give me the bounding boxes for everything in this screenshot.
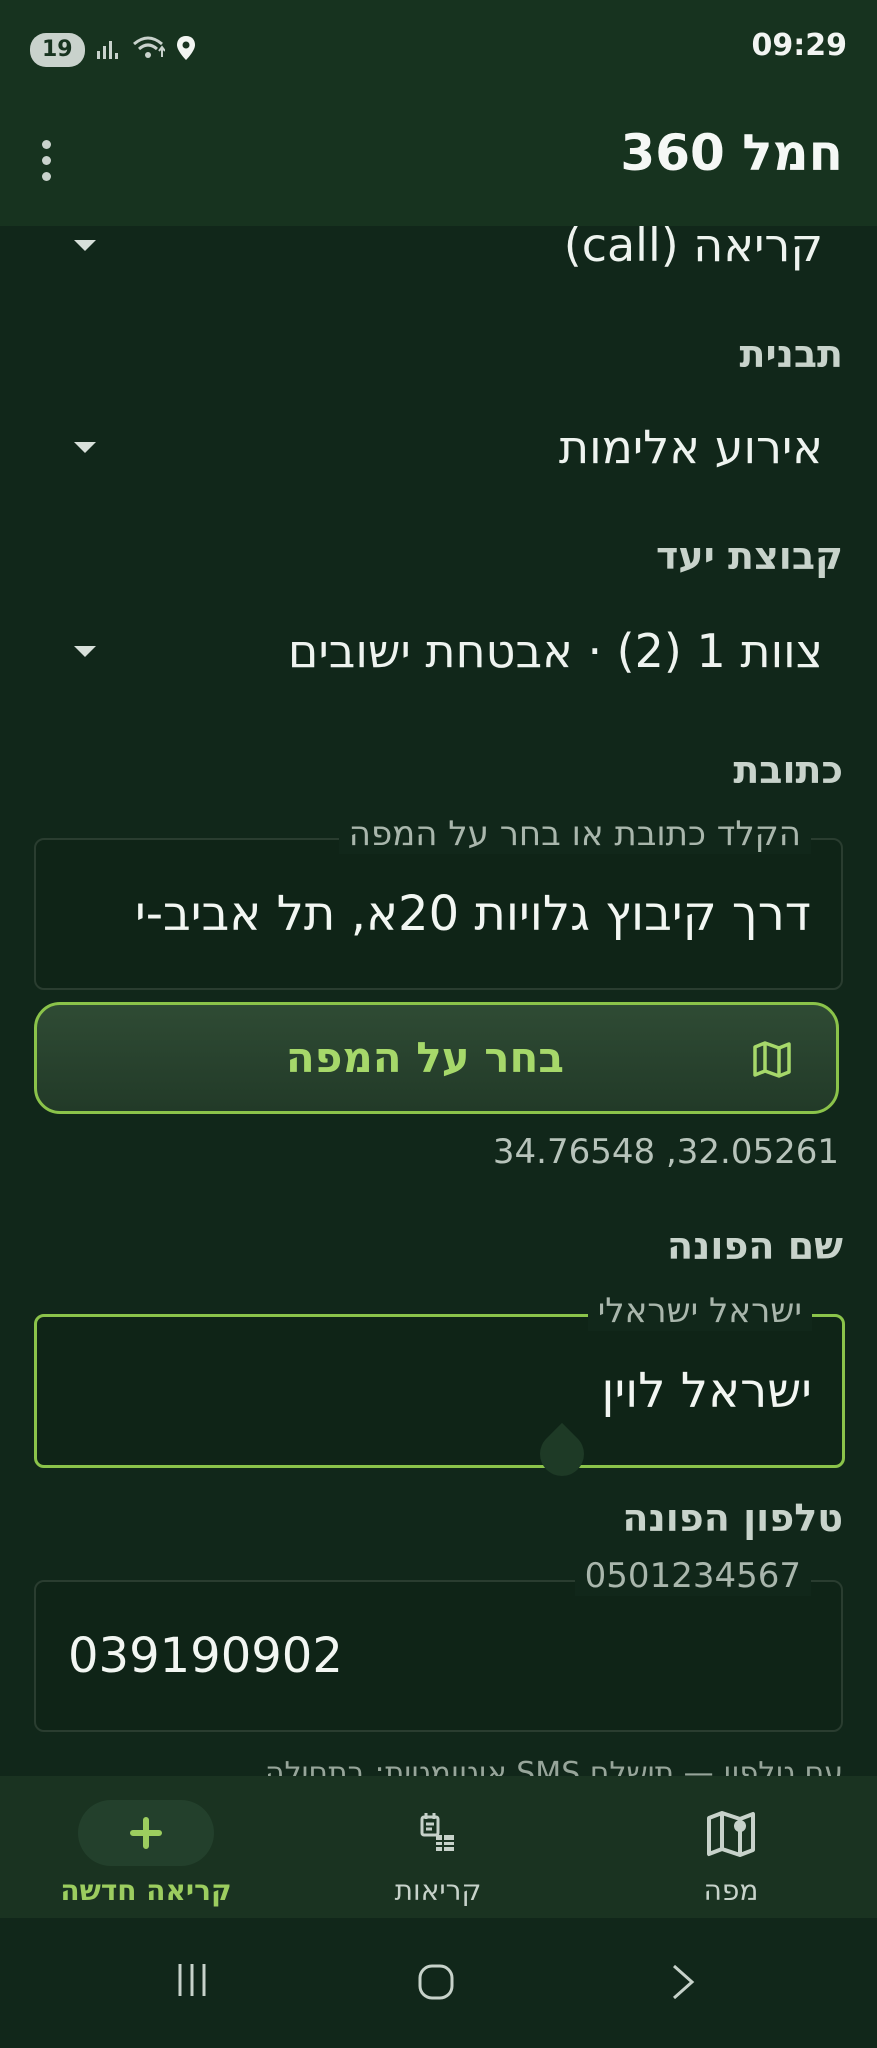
nav-item-new-call[interactable]: קריאה חדשה	[0, 1776, 292, 1918]
form-content[interactable]: קריאה (call) תבנית אירוע אלימות קבוצת יע…	[0, 226, 877, 1776]
add-icon	[78, 1800, 214, 1866]
template-dropdown[interactable]: אירוע אלימות	[34, 412, 843, 488]
choose-on-map-label: בחר על המפה	[285, 1033, 564, 1082]
chevron-down-icon	[74, 646, 96, 657]
home-icon[interactable]	[416, 1962, 456, 2006]
more-vert-icon[interactable]	[34, 136, 58, 186]
calls-icon	[370, 1800, 506, 1866]
map-icon	[752, 1039, 792, 1083]
template-label: תבנית	[739, 332, 844, 376]
nav-label-new-call: קריאה חדשה	[60, 1874, 232, 1907]
nav-item-calls[interactable]: קריאות	[292, 1776, 584, 1918]
coordinates-text: 34.76548 ,32.05261	[492, 1132, 839, 1172]
caller-name-input[interactable]: ישראל לוין	[601, 1363, 812, 1419]
address-placeholder: הקלד כתובת או בחר על המפה	[338, 814, 811, 854]
address-field[interactable]: הקלד כתובת או בחר על המפה דרך קיבוץ גלוי…	[34, 814, 843, 990]
recent-apps-icon[interactable]	[174, 1962, 210, 2002]
status-icons: 19	[30, 32, 197, 68]
nav-label-map: מפה	[703, 1874, 759, 1907]
wifi-icon	[131, 34, 166, 66]
nav-label-calls: קריאות	[394, 1874, 482, 1907]
back-icon[interactable]	[668, 1962, 698, 2006]
chevron-down-icon	[74, 240, 96, 251]
chevron-down-icon	[74, 442, 96, 453]
caller-phone-label: טלפון הפונה	[622, 1496, 843, 1540]
caller-phone-input[interactable]: 039190902	[68, 1628, 343, 1684]
bottom-nav: קריאה חדשה קריאות מפה	[0, 1776, 877, 1918]
target-group-label: קבוצת יעד	[655, 534, 843, 578]
caller-name-label: שם הפונה	[667, 1224, 843, 1268]
status-bar: 19 09:29	[0, 0, 877, 100]
address-input[interactable]: דרך קיבוץ גלויות 20א, תל אביב-י	[135, 886, 811, 942]
notification-count-badge: 19	[30, 33, 85, 67]
app-bar: חמל 360	[0, 100, 877, 226]
status-time: 09:29	[751, 28, 848, 63]
caller-phone-field[interactable]: 0501234567 039190902	[34, 1556, 843, 1732]
app-title: חמל 360	[620, 124, 843, 182]
caller-name-field[interactable]: ישראל ישראלי ישראל לוין	[34, 1291, 845, 1468]
signal-icon	[95, 35, 121, 65]
target-group-dropdown[interactable]: צוות 1 (2) · אבטחת ישובים	[34, 616, 843, 692]
template-dropdown-value: אירוע אלימות	[558, 420, 823, 474]
nav-item-map[interactable]: מפה	[585, 1776, 877, 1918]
type-dropdown[interactable]: קריאה (call)	[34, 226, 843, 286]
choose-on-map-button[interactable]: בחר על המפה	[34, 1002, 839, 1114]
target-group-dropdown-value: צוות 1 (2) · אבטחת ישובים	[287, 624, 823, 678]
type-dropdown-value: קריאה (call)	[563, 226, 823, 272]
location-icon	[175, 34, 197, 66]
caller-phone-placeholder: 0501234567	[574, 1556, 811, 1596]
sms-note: עם טלפון — תישלח SMS אוטומטית: בתחילה	[264, 1756, 843, 1776]
system-nav-bar	[0, 1918, 877, 2048]
address-label: כתובת	[733, 748, 843, 792]
map-icon	[663, 1800, 799, 1866]
caller-name-placeholder: ישראל ישראלי	[587, 1291, 812, 1331]
